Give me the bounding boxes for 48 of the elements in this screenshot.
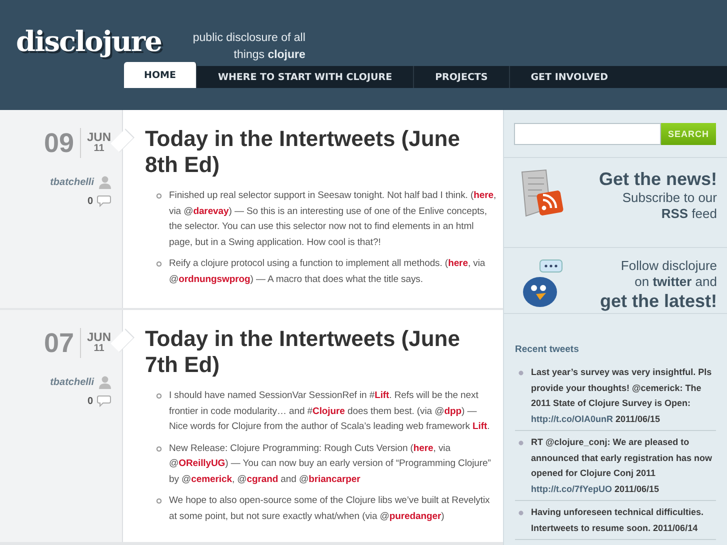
rss-heading[interactable]: Get the news! <box>574 168 717 190</box>
link[interactable]: Clojure <box>312 406 345 416</box>
nav-tab[interactable]: WHERE TO START WITH CLOJURE <box>196 66 414 88</box>
post-author[interactable]: tbatchelli <box>50 177 94 188</box>
rss-document-icon <box>520 168 566 218</box>
post-paragraph: Finished up real selector support in Seesaw tonight. Not half bad I think. (here, via @darevay) — So this is an interesting use of one of the Enlive concepts, the selector. You can use this selector now not to find elements in an html page, but in a Swing application. How cool is that?! <box>155 188 497 250</box>
comment-count[interactable]: 0 <box>87 196 93 206</box>
link[interactable]: here <box>474 190 494 201</box>
link[interactable]: ordnungswprog <box>178 274 250 284</box>
link[interactable]: puredanger <box>389 510 442 522</box>
post-day: 07 <box>44 328 81 358</box>
link[interactable]: http://t.co/7fYepUO <box>531 484 612 494</box>
post-month: JUN <box>86 132 111 143</box>
link[interactable]: http://t.co/OlA0unR <box>531 414 613 424</box>
twitter-heading[interactable]: get the latest! <box>576 290 717 312</box>
link[interactable]: darevay <box>193 206 229 216</box>
search-field[interactable] <box>514 123 661 145</box>
rss-subscribe-text[interactable]: Subscribe to our <box>574 190 717 206</box>
person-icon <box>99 176 111 189</box>
speech-bubble-icon <box>97 395 111 407</box>
link[interactable]: Lift <box>374 390 390 401</box>
rss-feed-text[interactable]: RSS feed <box>574 206 717 222</box>
link[interactable]: cemerick <box>191 474 232 484</box>
recent-tweets-heading: Recent tweets <box>515 344 580 355</box>
speech-bubble-icon <box>97 195 111 207</box>
post-day: 09 <box>44 128 81 158</box>
twitter-follow-text[interactable]: Follow disclojure <box>576 258 717 274</box>
link[interactable]: Lift <box>472 421 488 432</box>
comment-count[interactable]: 0 <box>87 396 93 406</box>
nav-tab[interactable]: HOME <box>124 62 197 88</box>
link[interactable]: briancarper <box>308 474 360 484</box>
site-tagline: public disclosure of all things clojure <box>192 31 306 63</box>
post-month: JUN <box>86 332 111 343</box>
post-year: 11 <box>94 143 104 154</box>
site-logo[interactable]: disclojure <box>16 22 162 62</box>
link[interactable]: cgrand <box>246 474 278 484</box>
post-year: 11 <box>94 343 104 354</box>
link[interactable]: dpp <box>444 406 462 416</box>
twitter-text[interactable]: on twitter and <box>576 274 717 290</box>
link[interactable]: here <box>448 258 468 269</box>
nav-tab[interactable]: GET INVOLVED <box>510 66 727 88</box>
nav-tab[interactable]: PROJECTS <box>414 66 510 88</box>
post-title[interactable]: Today in the Intertweets (June 7th Ed) <box>145 326 497 378</box>
post-author[interactable]: tbatchelli <box>50 377 94 388</box>
person-icon <box>99 376 111 389</box>
link[interactable]: here <box>413 442 434 454</box>
link[interactable]: OReillyUG <box>178 458 226 469</box>
post-title[interactable]: Today in the Intertweets (June 8th Ed) <box>145 126 497 178</box>
